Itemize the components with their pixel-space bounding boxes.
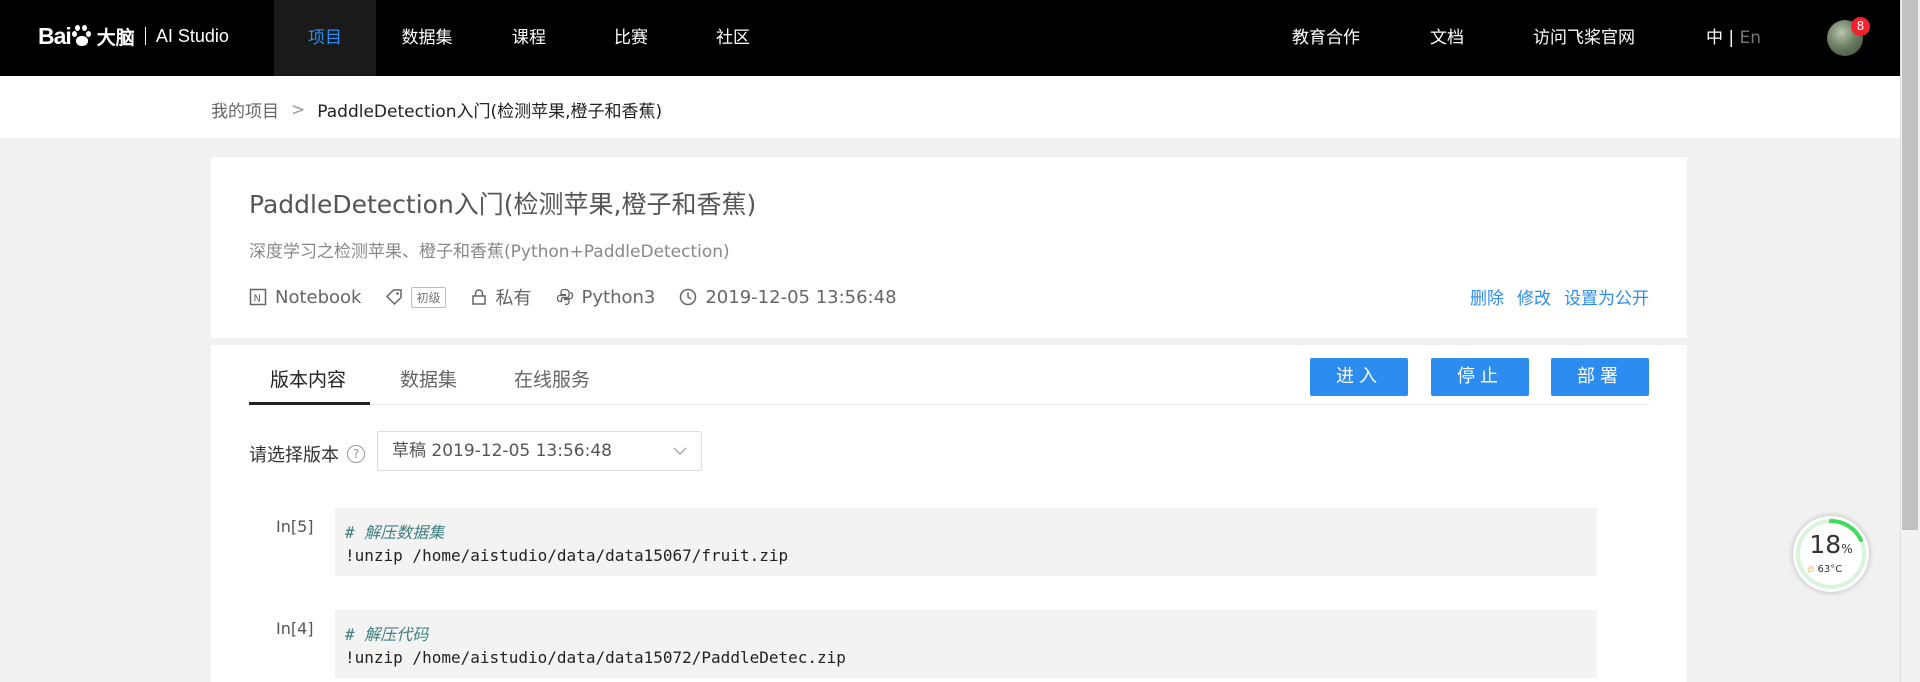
meta-visibility: 私有 [470, 284, 532, 310]
code-cell[interactable]: # 解压数据集 !unzip /home/aistudio/data/data1… [335, 508, 1597, 576]
main-nav: 项目 数据集 课程 比赛 社区 [274, 0, 784, 76]
top-navbar: Bai 大脑 AI Studio 项目 数据集 课程 比赛 社区 教育合作 文档… [0, 0, 1900, 76]
cell-prompt: In[5] [276, 517, 314, 536]
code-comment: # 解压数据集 [345, 523, 445, 542]
tab-datasets[interactable]: 数据集 [400, 365, 457, 392]
flame-icon: 🔥︎ [1807, 564, 1815, 575]
project-actions: 删除 修改 设置为公开 [1457, 284, 1649, 309]
project-description: 深度学习之检测苹果、橙子和香蕉(Python+PaddleDetection) [249, 242, 730, 262]
deploy-button[interactable]: 部署 [1551, 358, 1649, 396]
notebook-icon: N [249, 288, 267, 306]
tab-online-service[interactable]: 在线服务 [514, 365, 590, 392]
version-content-panel: 版本内容 数据集 在线服务 进入 停止 部署 请选择版本 ? 草稿 2019-1… [211, 345, 1687, 682]
nav-edu-cooperation[interactable]: 教育合作 [1292, 0, 1360, 76]
help-icon[interactable]: ? [347, 445, 365, 463]
breadcrumb-current: PaddleDetection入门(检测苹果,橙子和香蕉) [317, 102, 663, 122]
level-badge: 初级 [411, 286, 446, 308]
meta-visibility-label: 私有 [495, 288, 532, 309]
nav-item-community[interactable]: 社区 [682, 0, 784, 76]
notification-badge[interactable]: 8 [1851, 17, 1870, 36]
logo-bai-text: Bai [38, 22, 72, 49]
tab-bar: 版本内容 数据集 在线服务 进入 停止 部署 [249, 345, 1649, 405]
meta-type-label: Notebook [275, 286, 362, 308]
nav-docs[interactable]: 文档 [1430, 0, 1464, 76]
resource-monitor-widget[interactable]: 18% 🔥︎ 63°C [1793, 516, 1869, 592]
version-select-value: 草稿 2019-12-05 13:56:48 [392, 441, 612, 461]
nav-item-competitions[interactable]: 比赛 [580, 0, 682, 76]
lang-en[interactable]: En [1740, 28, 1762, 48]
breadcrumb-bar: 我的项目 > PaddleDetection入门(检测苹果,橙子和香蕉) [0, 76, 1900, 138]
code-comment: # 解压代码 [345, 625, 429, 644]
enter-button[interactable]: 进入 [1310, 358, 1408, 396]
code-line: !unzip /home/aistudio/data/data15072/Pad… [345, 648, 846, 667]
brand-logo[interactable]: Bai 大脑 AI Studio [38, 16, 229, 56]
meta-level: 初级 [385, 286, 446, 308]
temperature-readout: 🔥︎ 63°C [1807, 564, 1843, 575]
code-cell[interactable]: # 解压代码 !unzip /home/aistudio/data/data15… [335, 610, 1597, 678]
breadcrumb: 我的项目 > PaddleDetection入门(检测苹果,橙子和香蕉) [211, 97, 663, 123]
version-select[interactable]: 草稿 2019-12-05 13:56:48 [377, 431, 702, 471]
active-tab-indicator [249, 402, 370, 405]
delete-link[interactable]: 删除 [1470, 284, 1504, 309]
clock-icon [680, 288, 697, 306]
nav-paddle-site[interactable]: 访问飞桨官网 [1533, 0, 1635, 76]
language-switch: 中 | En [1706, 0, 1761, 76]
nav-item-datasets[interactable]: 数据集 [376, 0, 478, 76]
nav-item-projects[interactable]: 项目 [274, 0, 376, 76]
lock-icon [471, 289, 486, 305]
breadcrumb-my-projects[interactable]: 我的项目 [211, 97, 279, 122]
code-line: !unzip /home/aistudio/data/data15067/fru… [345, 546, 789, 565]
nav-item-courses[interactable]: 课程 [478, 0, 580, 76]
project-header-card: PaddleDetection入门(检测苹果,橙子和香蕉) 深度学习之检测苹果、… [211, 157, 1687, 338]
tag-icon [386, 289, 403, 306]
version-label-row: 请选择版本 ? [249, 441, 365, 467]
project-meta: N Notebook 初级 私有 Python3 2019-12-05 13:5… [249, 284, 921, 310]
page-scrollbar-thumb[interactable] [1902, 0, 1918, 530]
meta-env-label: Python3 [581, 286, 656, 308]
paw-icon [71, 25, 94, 47]
meta-env: Python3 [556, 286, 656, 308]
chevron-down-icon [673, 432, 687, 484]
logo-danao-text: 大脑 [96, 26, 135, 49]
meta-type: N Notebook [249, 287, 361, 308]
version-label: 请选择版本 [249, 445, 339, 466]
meta-created-label: 2019-12-05 13:56:48 [705, 286, 897, 308]
stop-button[interactable]: 停止 [1431, 358, 1529, 396]
cell-prompt: In[4] [276, 619, 314, 638]
lang-zh[interactable]: 中 [1706, 28, 1723, 48]
edit-link[interactable]: 修改 [1517, 284, 1551, 309]
lang-separator: | [1728, 28, 1735, 48]
svg-text:N: N [254, 294, 261, 305]
tab-version-content[interactable]: 版本内容 [270, 365, 346, 392]
usage-percent: 18% [1809, 530, 1853, 559]
breadcrumb-separator: > [291, 99, 306, 120]
page-title: PaddleDetection入门(检测苹果,橙子和香蕉) [249, 190, 757, 219]
logo-product-name: AI Studio [155, 25, 229, 46]
meta-created: 2019-12-05 13:56:48 [679, 286, 897, 308]
logo-divider [144, 27, 146, 45]
make-public-link[interactable]: 设置为公开 [1564, 284, 1649, 309]
python-icon [556, 288, 573, 306]
